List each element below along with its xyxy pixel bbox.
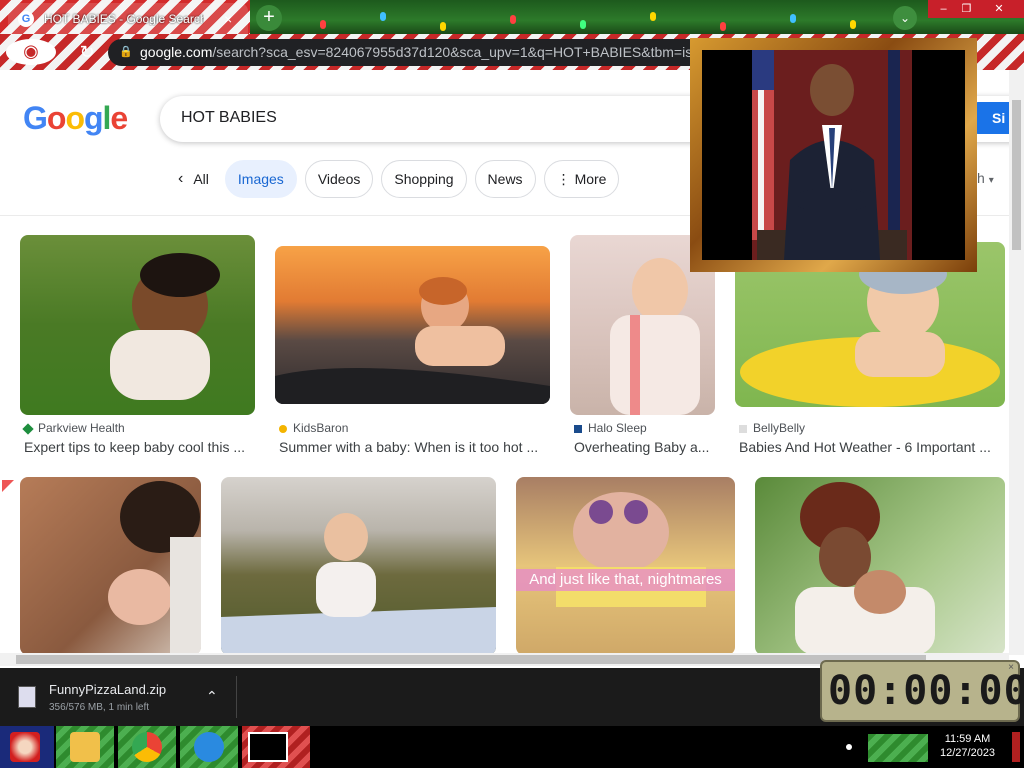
download-arrow-icon — [194, 732, 224, 762]
download-status: 356/576 MB, 1 min left — [49, 702, 150, 713]
image-result[interactable] — [20, 477, 201, 655]
scrollbar-thumb[interactable] — [16, 655, 926, 664]
filter-images[interactable]: Images — [224, 160, 297, 198]
window-thumbnail-icon — [248, 732, 288, 762]
scrollbar-thumb[interactable] — [1012, 100, 1021, 250]
countdown-timer-widget[interactable]: 00:00:00 × — [820, 660, 1024, 722]
source-name: KidsBaron — [293, 421, 349, 435]
father-with-newborn-image — [108, 481, 201, 655]
google-favicon-icon: G — [18, 10, 34, 27]
filter-shopping-label: Shopping — [394, 171, 454, 187]
result-title[interactable]: Expert tips to keep baby cool this ... — [24, 439, 255, 455]
download-filename[interactable]: FunnyPizzaLand.zip — [49, 682, 166, 697]
framed-portrait-overlay[interactable] — [690, 38, 977, 272]
url-path: /search?sca_esv=824067955d37d120&sca_upv… — [212, 44, 707, 60]
image-result[interactable]: And just like that, nightmares — [516, 477, 735, 655]
source-favicon-icon — [574, 424, 582, 433]
search-query: HOT BABIES — [181, 109, 277, 126]
santa-start-icon — [10, 732, 40, 762]
vertical-scrollbar[interactable] — [1009, 70, 1024, 655]
result-title[interactable]: Babies And Hot Weather - 6 Important ... — [739, 439, 1001, 455]
result-title[interactable]: Summer with a baby: When is it too hot .… — [279, 439, 550, 455]
source-favicon-icon — [22, 423, 34, 435]
clock-time: 11:59 AM — [944, 733, 991, 745]
taskbar: 11:59 AM 12/27/2023 — [0, 726, 1024, 768]
system-tray-icons[interactable] — [868, 734, 928, 762]
baby-on-grass-image — [110, 253, 220, 400]
portrait-image — [702, 50, 965, 260]
image-result[interactable] — [755, 477, 1005, 655]
image-result[interactable] — [20, 235, 255, 415]
new-tab-button[interactable]: + — [256, 5, 282, 31]
result-source[interactable]: BellyBelly — [739, 421, 805, 435]
source-favicon-icon — [279, 424, 287, 433]
source-name: Halo Sleep — [588, 421, 647, 435]
filter-all[interactable]: ‹ All — [170, 160, 217, 198]
tab-search-chevron-icon[interactable]: ⌄ — [893, 6, 917, 30]
result-source[interactable]: KidsBaron — [279, 421, 348, 435]
filter-news-label: News — [487, 171, 523, 187]
chevron-up-icon[interactable]: ⌃ — [206, 688, 218, 705]
taskbar-chrome[interactable] — [118, 726, 176, 768]
mother-with-baby-image — [795, 482, 935, 655]
filter-videos-label: Videos — [317, 171, 361, 187]
folder-icon — [70, 732, 100, 762]
tray-dot-icon — [846, 744, 852, 750]
lock-icon: 🔒 — [119, 46, 133, 58]
active-tab[interactable]: G HOT BABIES - Google Search × — [8, 3, 248, 34]
result-title[interactable]: Overheating Baby a... — [574, 439, 715, 455]
tab-title: HOT BABIES - Google Search — [44, 11, 204, 26]
filter-all-label: All — [193, 171, 209, 187]
baby-sinclair-image — [556, 492, 706, 607]
result-source[interactable]: Parkview Health — [22, 421, 125, 435]
filter-more[interactable]: ⋮ More — [543, 160, 620, 198]
address-bar[interactable]: 🔒 google.com/search?sca_esv=824067955d37… — [108, 39, 708, 66]
filter-shopping[interactable]: Shopping — [381, 160, 467, 198]
url-domain: google.com — [140, 44, 213, 60]
tab-close-icon[interactable]: × — [224, 11, 232, 27]
divider — [236, 676, 237, 718]
taskbar-downloader[interactable] — [180, 726, 238, 768]
baby-on-blanket-image — [221, 513, 496, 655]
show-desktop-button[interactable] — [1012, 732, 1020, 762]
start-button[interactable] — [0, 726, 54, 768]
close-window-button[interactable]: ✕ — [974, 0, 1024, 18]
source-name: BellyBelly — [753, 421, 806, 435]
chevron-left-icon: ‹ — [178, 170, 184, 187]
filter-more-label: More — [574, 171, 607, 187]
timer-close-icon[interactable]: × — [1008, 662, 1014, 673]
kebab-menu-icon: ⋮ — [556, 170, 571, 187]
filter-videos[interactable]: Videos — [304, 160, 374, 198]
source-favicon-icon — [739, 424, 747, 433]
taskbar-clock[interactable]: 11:59 AM 12/27/2023 — [940, 732, 995, 760]
filter-news[interactable]: News — [474, 160, 536, 198]
source-name: Parkview Health — [38, 421, 125, 435]
filter-images-label: Images — [237, 171, 284, 187]
search-filter-bar: ‹ All Images Videos Shopping News ⋮ More — [170, 160, 620, 198]
clock-date: 12/27/2023 — [940, 747, 996, 759]
tab-strip: G HOT BABIES - Google Search × + ⌄ – ❐ ✕ — [0, 0, 1024, 34]
chrome-icon — [132, 732, 162, 762]
image-result[interactable] — [275, 246, 550, 404]
google-doodle-logo[interactable]: Google — [23, 100, 128, 137]
zip-file-icon — [18, 686, 36, 708]
meme-caption: And just like that, nightmares — [516, 569, 735, 591]
reload-icon[interactable]: ↻ — [74, 40, 100, 64]
life-ring-back-icon[interactable]: ◉ — [6, 39, 56, 65]
timer-digits: 00:00:00 — [828, 668, 1024, 714]
result-source[interactable]: Halo Sleep — [574, 421, 647, 435]
cursor-arrow-icon — [2, 480, 14, 492]
taskbar-active-window[interactable] — [242, 726, 310, 768]
taskbar-file-explorer[interactable] — [56, 726, 114, 768]
baby-on-beach-image — [275, 277, 550, 404]
image-result[interactable] — [221, 477, 496, 655]
